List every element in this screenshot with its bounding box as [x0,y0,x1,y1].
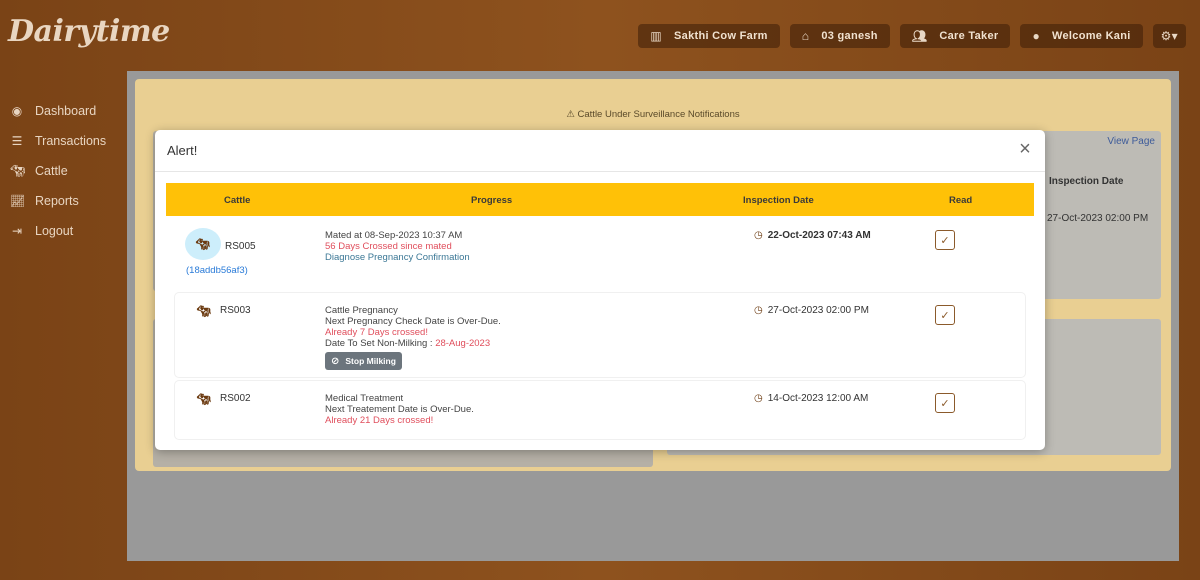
progress-line: Next Pregnancy Check Date is Over-Due. [325,316,501,327]
chart-icon: 📈︎ [10,194,26,208]
top-bar: ▥ Sakthi Cow Farm ⌂ 03 ganesh 👥︎ Care Ta… [638,24,1186,48]
progress-alert: 56 Days Crossed since mated [325,241,452,252]
welcome-text: Welcome Kani [1052,30,1131,42]
sidebar-item-dashboard[interactable]: ◉ Dashboard [10,96,106,126]
read-checkbox[interactable]: ✓ [935,230,955,250]
table-row: 🐄︎ RS002 Medical Treatment Next Treateme… [175,381,1025,439]
column-header-progress: Progress [471,195,513,206]
check-icon: ✓ [940,234,950,247]
column-header-inspection-date: Inspection Date [743,195,814,206]
cattle-id[interactable]: RS003 [220,305,251,316]
clock-icon: ◷ [754,305,763,316]
sidebar-item-cattle[interactable]: 🐄︎ Cattle [10,156,106,186]
progress-line: Medical Treatment [325,393,404,404]
surveillance-title: ⚠ Cattle Under Surveillance Notification… [566,109,740,120]
role-name: Care Taker [939,30,999,42]
welcome-badge[interactable]: ● Welcome Kani [1020,24,1143,48]
role-badge[interactable]: 👥︎ Care Taker [899,24,1011,48]
cattle-tag-link[interactable]: (18addb56af3) [186,265,248,276]
cattle-avatar[interactable]: 🐄︎ [185,228,221,260]
progress-line: Date To Set Non-Milking : 28-Aug-2023 [325,338,491,349]
sidebar-item-logout[interactable]: ⇥ Logout [10,216,106,246]
progress-line: Next Treatement Date is Over-Due. [325,404,474,415]
view-page-link[interactable]: View Page [1107,136,1155,147]
inspection-date: ◷ 14-Oct-2023 12:00 AM [754,393,869,404]
progress-line: Cattle Pregnancy [325,305,398,316]
read-checkbox[interactable]: ✓ [935,305,955,325]
progress-alert: Already 21 Days crossed! [325,415,434,426]
cattle-id[interactable]: RS005 [225,241,256,252]
table-row: 🐄︎ RS003 Cattle Pregnancy Next Pregnancy… [175,293,1025,377]
sidebar-item-label: Reports [35,194,79,208]
progress-line: Mated at 08-Sep-2023 10:37 AM [325,230,463,241]
cow-icon: 🐄︎ [197,394,211,406]
inspection-date: ◷ 22-Oct-2023 07:43 AM [754,230,871,241]
sidebar-item-label: Cattle [35,164,68,178]
ban-icon: ⊘ [331,355,340,367]
shed-name: 03 ganesh [821,30,878,42]
column-header-read: Read [949,195,973,206]
progress-cell: Cattle Pregnancy Next Pregnancy Check Da… [325,305,501,370]
shed-selector[interactable]: ⌂ 03 ganesh [789,24,890,48]
cow-icon: 🐄︎ [10,164,26,178]
progress-action: Diagnose Pregnancy Confirmation [325,252,470,263]
warning-icon: ⚠ [566,109,578,120]
user-settings-icon: ⚙▾ [1160,29,1178,43]
home-icon: ⌂ [801,29,810,43]
table-header: Cattle Progress Inspection Date Read [166,183,1034,216]
stop-milking-button[interactable]: ⊘ Stop Milking [325,352,402,370]
modal-title: Alert! [167,143,198,158]
clock-icon: ◷ [754,230,763,241]
user-icon: ● [1032,29,1041,43]
check-icon: ✓ [940,309,950,322]
cow-icon: 🐄︎ [197,306,211,318]
dashboard-icon: ◉ [11,104,23,118]
table-row: 🐄︎ RS005 (18addb56af3) Mated at 08-Sep-2… [175,228,1025,286]
cattle-id[interactable]: RS002 [220,393,251,404]
sidebar-item-label: Transactions [35,134,107,148]
farm-selector[interactable]: ▥ Sakthi Cow Farm [638,24,780,48]
read-checkbox[interactable]: ✓ [935,393,955,413]
progress-cell: Medical Treatment Next Treatement Date i… [325,393,474,426]
user-menu-button[interactable]: ⚙▾ [1152,24,1186,48]
inspection-date: ◷ 27-Oct-2023 02:00 PM [754,305,869,316]
progress-cell: Mated at 08-Sep-2023 10:37 AM 56 Days Cr… [325,230,470,263]
users-icon: 👥︎ [911,29,928,43]
sidebar-item-transactions[interactable]: ☰ Transactions [10,126,106,156]
inspection-date-value: 27-Oct-2023 02:00 PM [1047,213,1149,224]
sidebar-item-label: Logout [35,224,74,238]
sidebar-item-reports[interactable]: 📈︎ Reports [10,186,106,216]
close-button[interactable]: × [1015,139,1035,160]
progress-alert: Already 7 Days crossed! [325,327,428,338]
sidebar: ◉ Dashboard ☰ Transactions 🐄︎ Cattle 📈︎ … [10,96,106,246]
sidebar-item-label: Dashboard [35,104,97,118]
alert-modal: Alert! × Cattle Progress Inspection Date… [155,130,1045,450]
app-logo[interactable]: Dairytime [8,14,170,49]
list-icon: ☰ [11,134,23,148]
building-icon: ▥ [650,29,663,43]
column-header-cattle: Cattle [224,195,251,206]
logout-icon: ⇥ [11,224,23,238]
cow-icon: 🐄︎ [196,238,210,251]
check-icon: ✓ [940,397,950,410]
farm-name: Sakthi Cow Farm [674,30,768,42]
clock-icon: ◷ [754,393,763,404]
modal-header: Alert! × [155,130,1045,172]
inspection-date-header: Inspection Date [1049,176,1124,187]
